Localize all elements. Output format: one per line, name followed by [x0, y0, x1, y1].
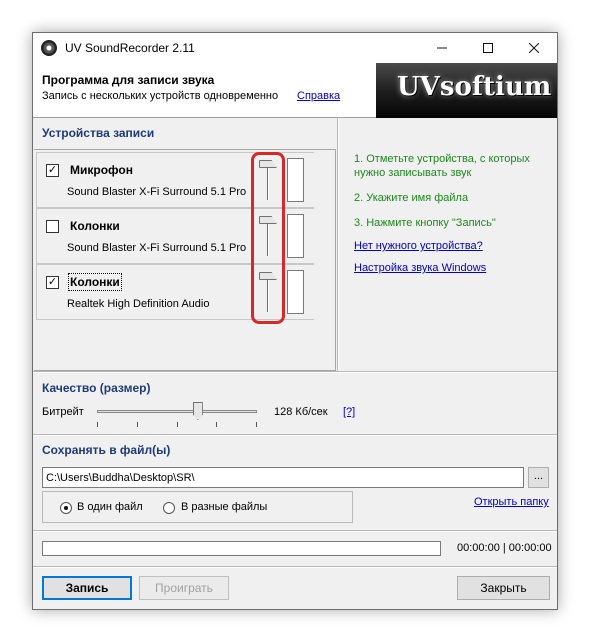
bitrate-thumb[interactable] [192, 402, 203, 420]
radio-single-file-label[interactable]: В один файл [77, 501, 143, 513]
maximize-icon [483, 43, 493, 54]
save-section-title: Сохранять в файл(ы) [42, 443, 171, 457]
instruction-step-3: 3. Нажмите кнопку "Запись" [354, 217, 496, 229]
browse-button[interactable]: ... [528, 467, 549, 488]
help-link[interactable]: Справка [297, 90, 340, 102]
bitrate-tick [216, 422, 217, 427]
bitrate-tick [177, 422, 178, 427]
device-checkbox[interactable] [46, 220, 59, 233]
quality-section-title: Качество (размер) [42, 381, 151, 395]
divider [33, 371, 557, 373]
record-button[interactable]: Запись [42, 576, 132, 600]
device-description: Sound Blaster X-Fi Surround 5.1 Pro [67, 186, 247, 198]
uvsoftium-logo: UVsoftium [376, 63, 557, 118]
devices-section-title: Устройства записи [42, 126, 155, 140]
bitrate-tick [97, 422, 98, 427]
radio-multiple-files-label[interactable]: В разные файлы [181, 501, 267, 513]
bitrate-help-link[interactable]: [?] [343, 406, 355, 418]
program-title: Программа для записи звука [42, 73, 215, 87]
app-window: UV SoundRecorder 2.11 Программа для запи… [32, 32, 558, 610]
maximize-button[interactable] [465, 33, 511, 63]
program-subtitle: Запись с нескольких устройств одновремен… [42, 90, 279, 102]
instruction-step-2: 2. Укажите имя файла [354, 192, 469, 204]
device-name: Колонки [68, 273, 122, 291]
device-description: Sound Blaster X-Fi Surround 5.1 Pro [67, 242, 247, 254]
device-level-meter [287, 214, 304, 258]
open-folder-link[interactable]: Открыть папку [474, 496, 549, 508]
bitrate-value: 128 Кб/сек [274, 406, 328, 418]
windows-sound-settings-link[interactable]: Настройка звука Windows [354, 262, 486, 274]
vertical-divider [337, 118, 339, 371]
device-description: Realtek High Definition Audio [67, 298, 210, 310]
devices-list: ✓ Микрофон Sound Blaster X-Fi Surround 5… [34, 149, 336, 371]
header-panel: Программа для записи звука Запись с неск… [33, 63, 557, 118]
no-device-link[interactable]: Нет нужного устройства? [354, 240, 483, 252]
close-icon [528, 42, 540, 54]
device-level-meter [287, 158, 304, 202]
title-bar[interactable]: UV SoundRecorder 2.11 [33, 33, 557, 63]
bitrate-label: Битрейт [42, 406, 84, 418]
device-level-meter [287, 270, 304, 314]
device-checkbox[interactable]: ✓ [46, 164, 59, 177]
bitrate-tick [256, 422, 257, 427]
device-checkbox[interactable]: ✓ [46, 276, 59, 289]
play-button[interactable]: Проиграть [139, 576, 229, 600]
close-window-button[interactable] [511, 33, 557, 63]
instruction-step-1: 1. Отметьте устройства, с которых [354, 153, 530, 165]
radio-single-file[interactable] [60, 502, 72, 514]
recording-progress-bar [42, 541, 441, 556]
volume-sliders-highlight [251, 152, 285, 324]
bitrate-tick [137, 422, 138, 427]
minimize-button[interactable] [419, 33, 465, 63]
close-button[interactable]: Закрыть [457, 576, 550, 600]
device-name: Микрофон [70, 163, 133, 177]
app-icon [41, 40, 57, 56]
divider [33, 530, 557, 532]
instruction-step-1-cont: нужно записывать звук [354, 167, 472, 179]
radio-multiple-files[interactable] [163, 502, 175, 514]
bitrate-ticks [97, 422, 257, 427]
time-display: 00:00:00 | 00:00:00 [457, 542, 552, 554]
device-name: Колонки [70, 219, 120, 233]
bitrate-track [97, 410, 257, 413]
save-mode-group: В один файл В разные файлы [42, 491, 353, 523]
divider [33, 434, 557, 436]
logo-text: UVsoftium [397, 72, 552, 102]
bitrate-slider[interactable] [95, 401, 259, 429]
file-path-input[interactable] [42, 467, 524, 488]
minimize-icon [437, 47, 447, 49]
window-title: UV SoundRecorder 2.11 [65, 41, 195, 55]
divider [33, 566, 557, 568]
